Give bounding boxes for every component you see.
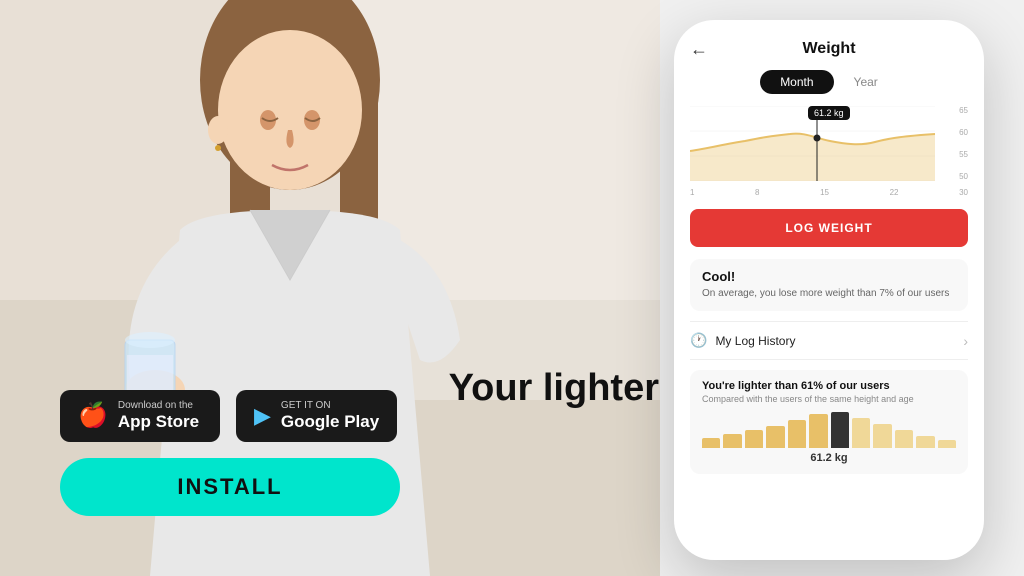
phone-header: ← Weight [690,40,968,58]
screen-title: Weight [802,40,855,58]
bar-4 [766,426,784,448]
google-play-button[interactable]: ▶ GET IT ON Google Play [236,390,397,442]
phone-mockup: ← Weight Month Year 65 60 55 50 [674,20,984,560]
google-play-small-text: GET IT ON [281,400,379,412]
chevron-right-icon: › [963,333,968,349]
cool-card: Cool! On average, you lose more weight t… [690,259,968,311]
y-label-55: 55 [959,150,968,159]
x-label-1: 1 [690,188,694,197]
log-history-row[interactable]: 🕐 My Log History › [690,321,968,360]
bar-10 [895,430,913,448]
app-store-small-text: Download on the [118,400,199,412]
install-button[interactable]: INSTALL [60,458,400,516]
app-store-text: Download on the App Store [118,400,199,432]
log-history-left: 🕐 My Log History [690,332,795,349]
log-weight-button[interactable]: LOG WEIGHT [690,209,968,247]
app-store-big-text: App Store [118,412,199,432]
bar-12 [938,440,956,448]
tab-month[interactable]: Month [760,70,833,94]
left-content-area: 🍎 Download on the App Store ▶ GET IT ON … [60,390,400,516]
bar-9 [873,424,891,448]
hero-line1: Your lighter [449,367,659,411]
bar-7-active [831,412,849,448]
cool-title: Cool! [702,269,956,284]
bar-3 [745,430,763,448]
cool-desc: On average, you lose more weight than 7%… [702,287,956,301]
google-play-big-text: Google Play [281,412,379,432]
x-label-22: 22 [890,188,899,197]
bar-11 [916,436,934,448]
google-play-icon: ▶ [254,405,271,427]
mini-bar-chart [702,412,956,448]
y-label-60: 60 [959,128,968,137]
bar-1 [702,438,720,448]
app-store-button[interactable]: 🍎 Download on the App Store [60,390,220,442]
weight-chart: 65 60 55 50 [690,106,968,201]
lighter-desc: Compared with the users of the same heig… [702,394,956,404]
x-axis-labels: 1 8 15 22 30 [690,188,968,197]
hero-text-area: Your lighter [449,367,659,411]
log-history-label: My Log History [715,334,795,348]
phone-content: ← Weight Month Year 65 60 55 50 [674,20,984,494]
bar-8 [852,418,870,448]
phone-frame: ← Weight Month Year 65 60 55 50 [674,20,984,560]
store-buttons-row: 🍎 Download on the App Store ▶ GET IT ON … [60,390,400,442]
lighter-card: You're lighter than 61% of our users Com… [690,370,968,474]
lighter-title: You're lighter than 61% of our users [702,380,956,392]
y-label-50: 50 [959,172,968,181]
x-label-30: 30 [959,188,968,197]
tooltip-value: 61.2 kg [814,108,844,118]
lighter-weight-label: 61.2 kg [702,452,956,464]
bar-2 [723,434,741,448]
tab-year[interactable]: Year [834,70,898,94]
clock-icon: 🕐 [690,332,707,349]
bar-6 [809,414,827,448]
tab-row: Month Year [690,70,968,94]
x-label-15: 15 [820,188,829,197]
y-label-65: 65 [959,106,968,115]
x-label-8: 8 [755,188,759,197]
bar-5 [788,420,806,448]
apple-icon: 🍎 [78,404,108,428]
google-play-text: GET IT ON Google Play [281,400,379,432]
back-button[interactable]: ← [690,39,708,60]
chart-tooltip: 61.2 kg [808,106,850,120]
